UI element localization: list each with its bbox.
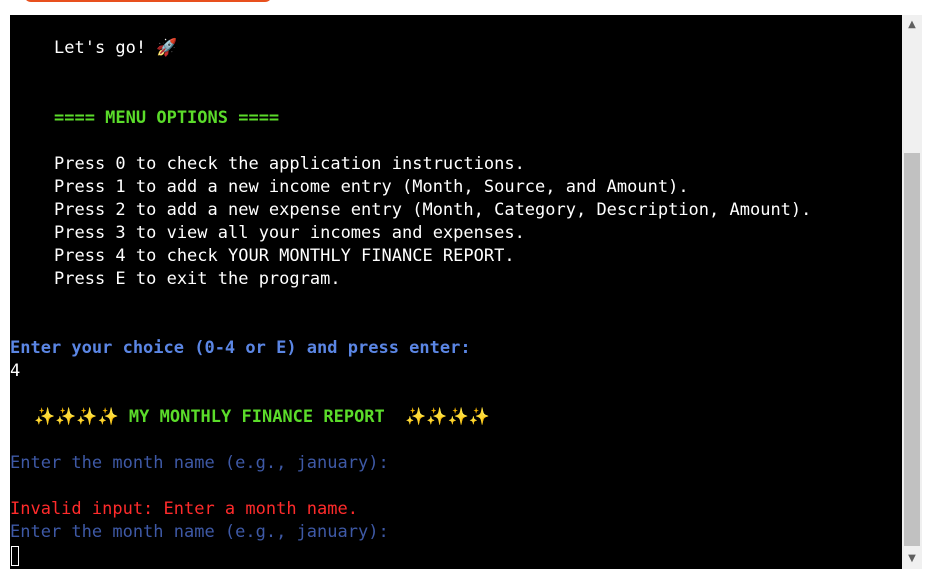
month-prompt: Enter the month name (e.g., january): <box>10 453 389 473</box>
report-title: MY MONTHLY FINANCE REPORT <box>118 407 406 427</box>
report-heading: ✨✨✨✨ MY MONTHLY FINANCE REPORT ✨✨✨✨ <box>34 406 490 429</box>
sparkles-icon: ✨✨✨✨ <box>405 407 490 427</box>
sparkles-icon: ✨✨✨✨ <box>34 407 119 427</box>
terminal-window[interactable]: Let's go! 🚀 ==== MENU OPTIONS ==== Press… <box>10 15 902 569</box>
scroll-up-arrow-icon[interactable]: ▲ <box>902 15 922 35</box>
menu-item-3: Press 3 to view all your incomes and exp… <box>54 223 525 243</box>
choice-input-value: 4 <box>10 361 21 381</box>
menu-item-0: Press 0 to check the application instruc… <box>54 154 525 174</box>
menu-title: ==== MENU OPTIONS ==== <box>54 108 280 128</box>
greeting-line: Let's go! 🚀 <box>54 37 178 60</box>
rocket-icon: 🚀 <box>156 38 178 58</box>
scroll-thumb[interactable] <box>904 153 920 546</box>
month-prompt-retry: Enter the month name (e.g., january): <box>10 522 389 542</box>
vertical-scrollbar[interactable]: ▲ ▼ <box>902 15 922 569</box>
menu-item-exit: Press E to exit the program. <box>54 269 341 289</box>
error-message: Invalid input: Enter a month name. <box>10 499 358 519</box>
scroll-down-arrow-icon[interactable]: ▼ <box>902 549 922 569</box>
choice-prompt: Enter your choice (0-4 or E) and press e… <box>10 338 471 358</box>
run-program-button[interactable] <box>24 0 272 2</box>
greeting-text: Let's go! <box>54 38 147 58</box>
menu-item-2: Press 2 to add a new expense entry (Mont… <box>54 200 812 220</box>
terminal-cursor[interactable] <box>11 546 19 566</box>
menu-item-1: Press 1 to add a new income entry (Month… <box>54 177 689 197</box>
menu-item-4: Press 4 to check YOUR MONTHLY FINANCE RE… <box>54 246 515 266</box>
